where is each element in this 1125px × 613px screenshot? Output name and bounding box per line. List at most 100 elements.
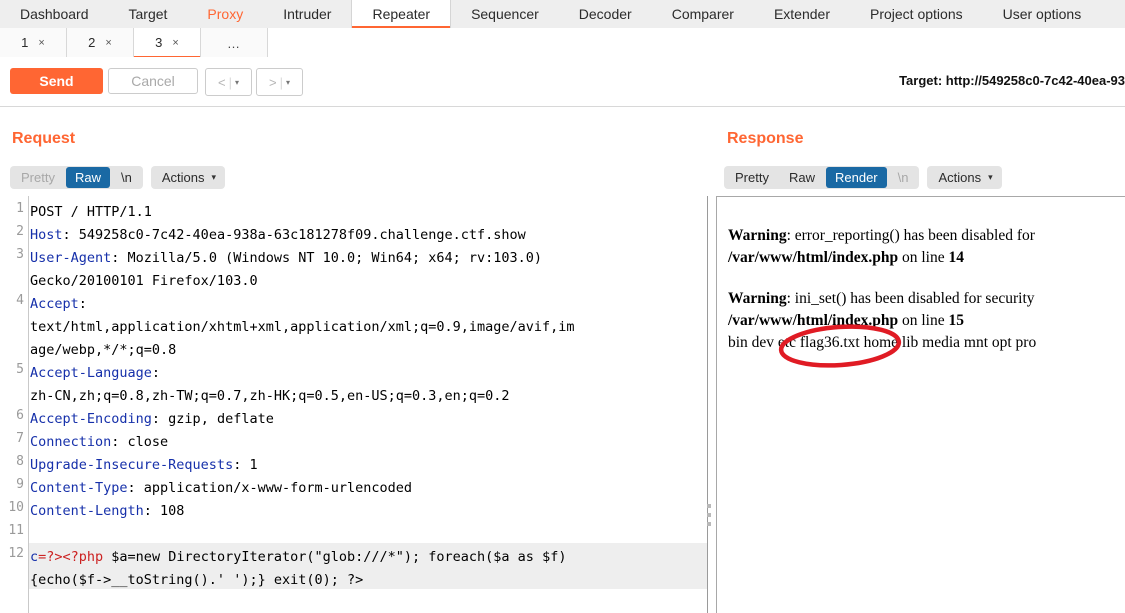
main-tab-intruder[interactable]: Intruder bbox=[263, 0, 352, 28]
request-raw-text[interactable]: POST / HTTP/1.1 Host: 549258c0-7c42-40ea-… bbox=[30, 196, 707, 613]
warning-label: Warning bbox=[728, 227, 787, 244]
main-tab-bar: Dashboard Target Proxy Intruder Repeater Sequ… bbox=[0, 0, 1125, 29]
panel-splitter-handle[interactable] bbox=[707, 504, 713, 530]
view-tab-raw[interactable]: Raw bbox=[780, 167, 824, 188]
code-segment: $a=new DirectoryIterator("glob:///*"); f… bbox=[103, 549, 567, 565]
view-tab-pretty[interactable]: Pretty bbox=[726, 167, 778, 188]
warning-location-1: /var/www/html/index.php on line 14 bbox=[728, 247, 1125, 269]
response-view-tabs: Pretty Raw Render \n Actions ▾ bbox=[724, 166, 1010, 189]
code-segment: zh-CN,zh;q=0.8,zh-TW;q=0.7,zh-HK;q=0.5,e… bbox=[30, 388, 510, 404]
go-back-button[interactable]: < | ▾ bbox=[205, 68, 252, 96]
main-tab-target[interactable]: Target bbox=[108, 0, 188, 28]
forward-arrow-icon: > bbox=[269, 74, 277, 90]
code-segment: age/webp,*/*;q=0.8 bbox=[30, 342, 177, 358]
view-mode-group: Pretty Raw Render \n bbox=[724, 166, 920, 189]
cancel-button[interactable]: Cancel bbox=[108, 68, 198, 94]
line-number: 14 bbox=[948, 249, 964, 266]
response-panel-title: Response bbox=[727, 130, 804, 147]
request-code-line: Upgrade-Insecure-Requests: 1 bbox=[30, 454, 258, 477]
send-button[interactable]: Send bbox=[10, 68, 103, 94]
on-line-text: on line bbox=[898, 312, 949, 329]
code-segment: Accept bbox=[30, 296, 79, 312]
line-number: 5 bbox=[16, 362, 24, 377]
main-tab-sequencer[interactable]: Sequencer bbox=[451, 0, 559, 28]
main-tab-comparer[interactable]: Comparer bbox=[651, 0, 754, 28]
request-code-line: Gecko/20100101 Firefox/103.0 bbox=[30, 270, 258, 293]
code-segment: =?><?php bbox=[38, 549, 104, 565]
main-tab-repeater[interactable]: Repeater bbox=[351, 0, 452, 28]
line-number-gutter: 1 2 3 4 5 6 7 8 9 10 11 12 bbox=[0, 196, 29, 613]
line-number: 8 bbox=[16, 454, 24, 469]
main-tab-decoder[interactable]: Decoder bbox=[558, 0, 652, 28]
tab-bar-filler bbox=[268, 28, 1125, 57]
view-mode-group: Pretty Raw \n bbox=[10, 166, 143, 189]
main-tab-user-options[interactable]: User options bbox=[982, 0, 1102, 28]
on-line-text: on line bbox=[898, 249, 949, 266]
php-warning-1: Warning: error_reporting() has been disa… bbox=[728, 225, 1125, 269]
response-render-panel[interactable]: Warning: error_reporting() has been disa… bbox=[716, 196, 1125, 613]
view-tab-pretty[interactable]: Pretty bbox=[12, 167, 64, 188]
code-segment: : 1 bbox=[233, 457, 258, 473]
rendered-html-document: Warning: error_reporting() has been disa… bbox=[728, 225, 1125, 373]
main-tab-project-options[interactable]: Project options bbox=[850, 0, 983, 28]
repeater-more-tabs-button[interactable]: … bbox=[201, 28, 268, 57]
repeater-tab-1[interactable]: 1 × bbox=[0, 28, 67, 57]
main-tab-dashboard[interactable]: Dashboard bbox=[0, 0, 109, 28]
code-segment: text/html,application/xhtml+xml,applicat… bbox=[30, 319, 575, 335]
code-segment: c bbox=[30, 549, 39, 565]
back-arrow-icon: < bbox=[218, 74, 226, 90]
line-number: 11 bbox=[8, 523, 24, 538]
actions-group: Actions ▾ bbox=[927, 166, 1002, 189]
request-code-line: POST / HTTP/1.1 bbox=[30, 201, 152, 224]
view-tab-render[interactable]: Render bbox=[825, 167, 887, 188]
close-icon[interactable]: × bbox=[105, 37, 111, 49]
view-tab-newlinen[interactable]: \n bbox=[112, 167, 141, 188]
request-code-line: Accept-Encoding: gzip, deflate bbox=[30, 408, 274, 431]
close-icon[interactable]: × bbox=[172, 37, 178, 49]
repeater-tab-bar: 1 × 2 × 3 ×… bbox=[0, 28, 1125, 58]
line-number: 7 bbox=[16, 431, 24, 446]
line-number: 2 bbox=[16, 224, 24, 239]
line-number: 12 bbox=[8, 546, 24, 561]
code-segment: : bbox=[78, 296, 87, 312]
request-code-line: Accept-Language: bbox=[30, 362, 160, 385]
code-segment: Accept-Language bbox=[30, 365, 152, 381]
line-number: 3 bbox=[16, 247, 24, 262]
code-segment: User-Agent bbox=[30, 250, 112, 266]
chevron-down-icon: ▾ bbox=[211, 172, 216, 182]
request-code-line: text/html,application/xhtml+xml,applicat… bbox=[30, 316, 575, 339]
code-segment: : close bbox=[111, 434, 169, 450]
chevron-down-icon: ▾ bbox=[988, 172, 993, 182]
view-tab-raw[interactable]: Raw bbox=[65, 167, 110, 188]
code-segment: : bbox=[151, 365, 161, 381]
request-code-line: Content-Length: 108 bbox=[30, 500, 184, 523]
warning-location-2: /var/www/html/index.php on line 15 bbox=[728, 310, 1125, 332]
repeater-tab-2[interactable]: 2 × bbox=[67, 28, 134, 57]
request-code-line: {echo($f->__toString().' ');} exit(0); ?… bbox=[30, 569, 363, 592]
actions-menu-button[interactable]: Actions ▾ bbox=[153, 167, 223, 188]
view-tab-newlinen[interactable]: \n bbox=[889, 167, 918, 188]
repeater-tab-label: 3 bbox=[155, 35, 163, 50]
request-code-line: age/webp,*/*;q=0.8 bbox=[30, 339, 176, 362]
actions-menu-button[interactable]: Actions ▾ bbox=[929, 167, 999, 188]
request-code-line: Connection: close bbox=[30, 431, 168, 454]
main-tab-proxy[interactable]: Proxy bbox=[187, 0, 264, 28]
file-path: /var/www/html/index.php bbox=[728, 249, 899, 266]
line-number: 9 bbox=[16, 477, 24, 492]
warning-message: : ini_set() has been disabled for securi… bbox=[786, 290, 1035, 307]
code-segment: : gzip, deflate bbox=[151, 411, 274, 427]
code-segment: Upgrade-Insecure-Requests bbox=[30, 457, 234, 473]
code-segment: : 108 bbox=[143, 503, 185, 519]
actions-label: Actions bbox=[161, 170, 205, 185]
request-editor[interactable]: 1 2 3 4 5 6 7 8 9 10 11 12 POST / HTTP/1.1 Host: 549… bbox=[0, 196, 708, 613]
file-path: /var/www/html/index.php bbox=[728, 312, 899, 329]
code-segment: Content-Length bbox=[30, 503, 144, 519]
request-code-line: User-Agent: Mozilla/5.0 (Windows NT 10.0… bbox=[30, 247, 542, 270]
go-forward-button[interactable]: > | ▾ bbox=[256, 68, 303, 96]
code-segment: Connection bbox=[30, 434, 112, 450]
grip-dot bbox=[707, 504, 711, 508]
close-icon[interactable]: × bbox=[38, 37, 44, 49]
main-tab-extender[interactable]: Extender bbox=[753, 0, 850, 28]
repeater-tab-3[interactable]: 3 × bbox=[134, 28, 201, 58]
divider: | bbox=[279, 74, 283, 90]
